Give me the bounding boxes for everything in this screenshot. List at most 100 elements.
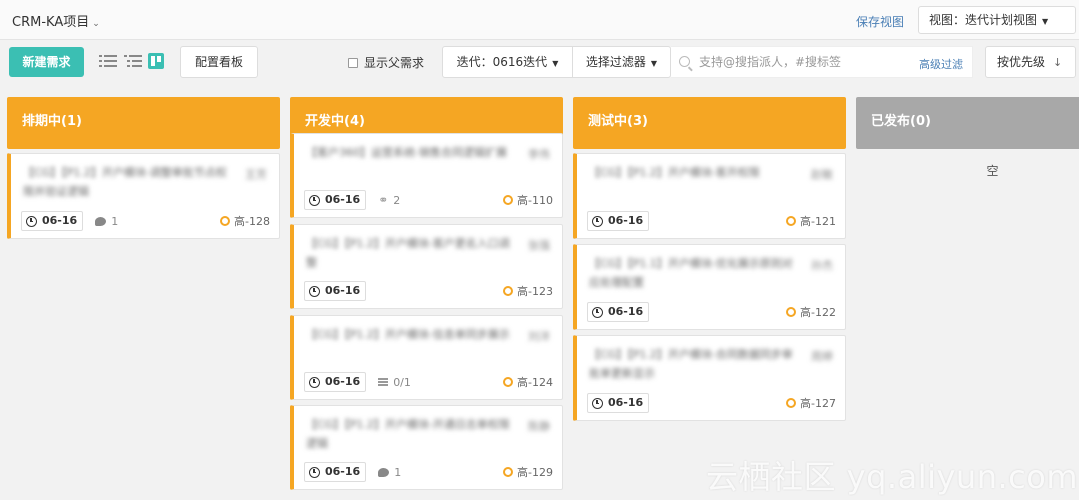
- story-card[interactable]: 【客户360】运营系统-销售合同逻辑扩展 李伟 06-16 ⚭ 2 高-110: [290, 133, 563, 218]
- priority-icon: [503, 195, 514, 205]
- list-view-icon[interactable]: [99, 53, 117, 69]
- show-parent-checkbox[interactable]: [348, 58, 358, 68]
- story-card[interactable]: 【CG】【P1.2】开户模块-信息单同步展示 刘洋 06-16 0/1 高-124: [290, 315, 563, 400]
- priority-badge: 高-121: [786, 213, 836, 229]
- configure-board-button[interactable]: 配置看板: [180, 46, 258, 78]
- card-assignee: 孙杰: [811, 259, 833, 272]
- card-meta: 06-16: [587, 393, 650, 413]
- priority-badge: 高-128: [220, 213, 270, 229]
- due-date-tag[interactable]: 06-16: [587, 211, 650, 231]
- view-select[interactable]: 视图：迭代计划视图 ▼: [918, 6, 1076, 34]
- card-meta: 06-16 ⚭ 2: [304, 190, 400, 210]
- card-title: 【CG】【P1.2】开户模块-客户更名入口调整: [306, 237, 510, 269]
- iteration-select[interactable]: 迭代：0616迭代 ▼: [443, 47, 573, 77]
- story-card[interactable]: 【CG】【P1.2】开户模块-客开权限 赵敏 06-16 高-121: [573, 153, 846, 239]
- card-assignee: 赵敏: [811, 168, 833, 181]
- advanced-filter-link[interactable]: 高级过滤: [919, 56, 963, 72]
- card-meta: 06-16: [587, 211, 650, 231]
- due-date: 06-16: [608, 214, 644, 227]
- story-card[interactable]: 【CG】【P1.2】开户模块-客户更名入口调整 张强 06-16 高-123: [290, 224, 563, 309]
- tree-view-icon[interactable]: [124, 53, 142, 69]
- checklist-progress-value: 0/1: [393, 375, 411, 389]
- column-header: 排期中(1): [7, 97, 280, 149]
- comment-count: 1: [95, 215, 118, 228]
- story-card[interactable]: 【CG】【P1.2】开户模块-调整审批节点权限并验证逻辑 王芳 06-16 1 高-12…: [7, 153, 280, 239]
- checklist-progress: 0/1: [378, 376, 411, 389]
- column-header: 已发布(0): [856, 97, 1079, 149]
- top-bar: CRM-KA项目 ⌄ 保存视图 视图：迭代计划视图 ▼: [0, 0, 1079, 40]
- attachment-count-value: 2: [393, 193, 401, 207]
- sort-priority-button[interactable]: 按优先级 ↓: [985, 46, 1076, 78]
- caret-down-icon: ▼: [552, 59, 559, 68]
- due-date: 06-16: [608, 305, 644, 318]
- comment-count-value: 1: [394, 465, 402, 479]
- priority-icon: [503, 467, 514, 477]
- card-title: 【客户360】运营系统-销售合同逻辑扩展: [306, 146, 507, 159]
- toolbar: 新建需求 配置看板 显示父需求 迭代：0616迭代 ▼ 选择过滤器 ▼ 高级过滤 按…: [0, 40, 1079, 88]
- show-parent-toggle[interactable]: 显示父需求: [348, 54, 424, 71]
- board-column: 已发布(0) 空: [856, 97, 1079, 179]
- due-date-tag[interactable]: 06-16: [304, 281, 367, 301]
- board-column: 排期中(1): [7, 97, 280, 149]
- due-date-tag[interactable]: 06-16: [587, 393, 650, 413]
- chevron-down-icon: ⌄: [92, 19, 100, 29]
- card-meta: 06-16 1: [21, 211, 118, 231]
- attachment-count: ⚭ 2: [378, 193, 400, 207]
- save-view-link[interactable]: 保存视图: [856, 13, 904, 30]
- priority-icon: [786, 398, 797, 408]
- priority-label: 高-110: [517, 194, 553, 207]
- search-box: 高级过滤: [671, 46, 973, 78]
- card-meta: 06-16 1: [304, 462, 401, 482]
- card-meta: 06-16: [304, 281, 367, 301]
- card-title: 【CG】【P1.2】开户模块-开通日志单权限逻辑: [306, 418, 510, 450]
- new-requirement-button[interactable]: 新建需求: [9, 47, 84, 77]
- project-selector[interactable]: CRM-KA项目 ⌄: [12, 11, 100, 30]
- priority-icon: [786, 307, 797, 317]
- story-card[interactable]: 【CG】【P1.1】开户模块-优化展示原则对应处理配置 孙杰 06-16 高-122: [573, 244, 846, 330]
- due-date: 06-16: [42, 214, 78, 227]
- due-date: 06-16: [325, 193, 361, 206]
- due-date-tag[interactable]: 06-16: [304, 190, 367, 210]
- filter-select[interactable]: 选择过滤器 ▼: [573, 47, 670, 77]
- priority-badge: 高-127: [786, 395, 836, 411]
- priority-badge: 高-124: [503, 374, 553, 390]
- board-view-icon[interactable]: [148, 53, 166, 69]
- card-assignee: 陈静: [528, 420, 550, 433]
- caret-down-icon: ▼: [1042, 17, 1049, 26]
- story-card[interactable]: 【CG】【P1.2】开户模块-合同数据同步审批单更新显示 周婷 06-16 高-127: [573, 335, 846, 421]
- due-date: 06-16: [325, 465, 361, 478]
- card-title: 【CG】【P1.2】开户模块-客开权限: [589, 166, 760, 179]
- priority-label: 高-122: [800, 306, 836, 319]
- view-select-label: 视图：迭代计划视图: [929, 13, 1038, 27]
- card-assignee: 周婷: [811, 350, 833, 363]
- clock-icon: [309, 466, 320, 478]
- caret-down-icon: ▼: [650, 59, 658, 68]
- priority-icon: [786, 216, 797, 226]
- due-date-tag[interactable]: 06-16: [304, 372, 367, 392]
- card-title: 【CG】【P1.2】开户模块-合同数据同步审批单更新显示: [589, 348, 793, 380]
- clock-icon: [592, 215, 603, 227]
- clock-icon: [26, 215, 37, 227]
- empty-column-text: 空: [986, 164, 999, 178]
- comment-icon: [378, 467, 390, 477]
- priority-label: 高-129: [517, 466, 553, 479]
- story-card[interactable]: 【CG】【P1.2】开户模块-开通日志单权限逻辑 陈静 06-16 1 高-129: [290, 405, 563, 490]
- priority-icon: [503, 377, 514, 387]
- search-input[interactable]: [699, 51, 899, 73]
- due-date: 06-16: [608, 396, 644, 409]
- card-meta: 06-16 0/1: [304, 372, 411, 392]
- due-date-tag[interactable]: 06-16: [21, 211, 84, 231]
- priority-badge: 高-110: [503, 192, 553, 208]
- card-assignee: 张强: [528, 239, 550, 252]
- card-meta: 06-16: [587, 302, 650, 322]
- due-date-tag[interactable]: 06-16: [304, 462, 367, 482]
- priority-label: 高-121: [800, 215, 836, 228]
- sort-label: 按优先级: [997, 55, 1046, 69]
- clock-icon: [309, 194, 320, 206]
- card-assignee: 李伟: [528, 148, 550, 161]
- comment-count-value: 1: [111, 214, 119, 228]
- due-date-tag[interactable]: 06-16: [587, 302, 650, 322]
- priority-label: 高-123: [517, 285, 553, 298]
- priority-label: 高-124: [517, 376, 553, 389]
- priority-icon: [220, 216, 231, 226]
